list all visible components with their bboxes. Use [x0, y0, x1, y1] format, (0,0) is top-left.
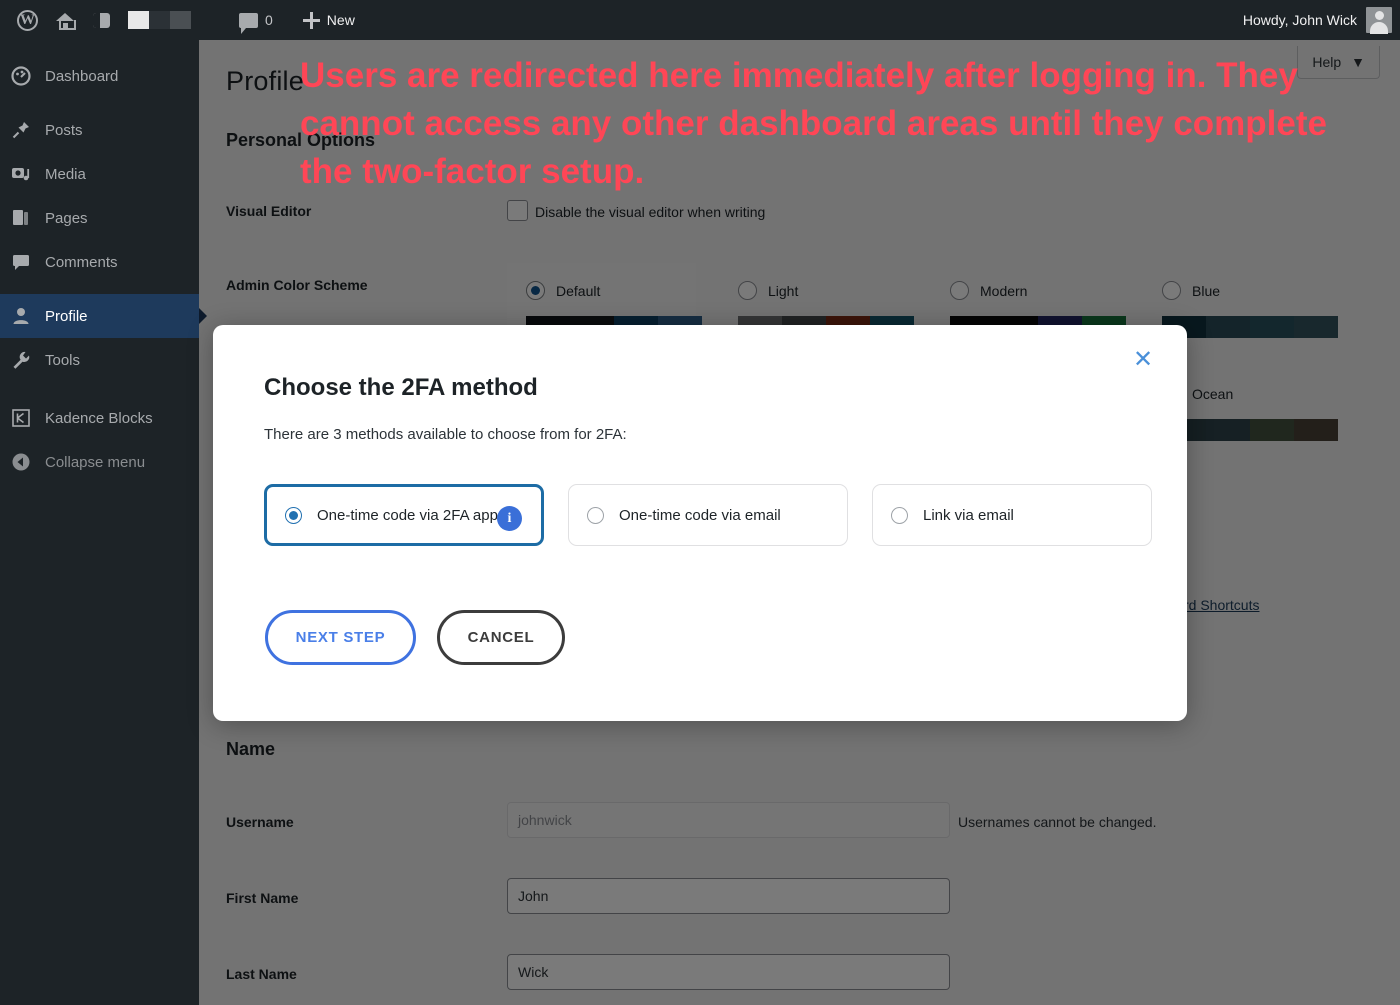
admin-bar-left: W 0 New — [0, 0, 364, 40]
sidebar-item-label: Dashboard — [45, 67, 119, 85]
pages-icon — [10, 207, 32, 229]
method-option-code-email-radio[interactable] — [587, 506, 604, 524]
collapse-arrow-icon — [10, 451, 32, 473]
comment-bubble-icon — [10, 251, 32, 273]
sidebar-item-posts[interactable]: Posts — [0, 108, 199, 152]
media-camera-icon — [10, 163, 32, 185]
cancel-button[interactable]: CANCEL — [437, 610, 565, 665]
annotation-overlay-text: Users are redirected here immediately af… — [300, 56, 1327, 191]
next-step-button[interactable]: NEXT STEP — [265, 610, 416, 665]
new-content-button[interactable]: New — [294, 0, 364, 40]
sidebar-item-label: Tools — [45, 351, 81, 369]
sidebar-item-label: Collapse menu — [45, 453, 146, 471]
sidebar-item-label: Pages — [45, 209, 88, 227]
close-x-icon[interactable]: ✕ — [1130, 346, 1156, 372]
howdy-greeting[interactable]: Howdy, John Wick — [1243, 12, 1357, 28]
modal-title: Choose the 2FA method — [264, 374, 538, 401]
sidebar-item-comments[interactable]: Comments — [0, 240, 199, 284]
modal-action-buttons: NEXT STEP CANCEL — [265, 610, 565, 665]
method-option-label: One-time code via 2FA app — [317, 506, 498, 524]
sidebar-divider — [0, 284, 199, 294]
admin-bar-right: Howdy, John Wick — [1243, 7, 1400, 34]
admin-bar: W 0 New Howdy, John Wick — [0, 0, 1400, 40]
admin-sidebar: Dashboard Posts Media Pages Comments Pro… — [0, 40, 199, 1005]
sidebar-item-pages[interactable]: Pages — [0, 196, 199, 240]
sidebar-item-collapse-menu[interactable]: Collapse menu — [0, 440, 199, 484]
wp-logo-button[interactable]: W — [8, 0, 47, 40]
sidebar-item-label: Kadence Blocks — [45, 409, 153, 427]
half-circle-icon — [93, 12, 110, 28]
sidebar-item-tools[interactable]: Tools — [0, 338, 199, 382]
wordpress-admin-screen: Help ▼ Profile Personal Options Visual E… — [0, 0, 1400, 1005]
pin-icon — [10, 119, 32, 141]
comment-bubble-icon — [239, 12, 258, 34]
sidebar-item-profile[interactable]: Profile — [0, 294, 199, 338]
wordpress-logo-icon: W — [17, 9, 38, 31]
user-icon — [10, 305, 32, 327]
sidebar-item-label: Posts — [45, 121, 83, 139]
method-option-label: Link via email — [923, 506, 1014, 524]
user-avatar-icon[interactable] — [1366, 7, 1392, 34]
new-label: New — [326, 12, 355, 28]
comments-button[interactable]: 0 — [230, 0, 282, 40]
sidebar-divider — [0, 98, 199, 108]
method-option-label: One-time code via email — [619, 506, 781, 524]
method-option-link-email[interactable]: Link via email — [872, 484, 1152, 546]
sidebar-item-label: Profile — [45, 307, 88, 325]
sidebar-item-label: Comments — [45, 253, 118, 271]
method-option-2fa-app[interactable]: One-time code via 2FA app i — [264, 484, 544, 546]
sidebar-item-kadence-blocks[interactable]: Kadence Blocks — [0, 396, 199, 440]
color-swatch-button[interactable] — [119, 0, 200, 40]
dashboard-gauge-icon — [10, 65, 32, 87]
wrench-icon — [10, 349, 32, 371]
kadence-blocks-icon — [10, 407, 32, 429]
plus-icon — [302, 11, 320, 29]
sidebar-item-dashboard[interactable]: Dashboard — [0, 54, 199, 98]
sidebar-item-label: Media — [45, 165, 86, 183]
method-options-group: One-time code via 2FA app i One-time cod… — [264, 484, 1152, 546]
customize-button[interactable] — [84, 0, 119, 40]
info-icon[interactable]: i — [497, 506, 522, 531]
method-option-code-email[interactable]: One-time code via email — [568, 484, 848, 546]
method-option-2fa-app-radio[interactable] — [285, 506, 302, 524]
modal-subtitle: There are 3 methods available to choose … — [264, 426, 627, 443]
method-option-link-email-radio[interactable] — [891, 506, 908, 524]
sidebar-item-media[interactable]: Media — [0, 152, 199, 196]
color-swatch-icon — [128, 11, 191, 29]
site-name-button[interactable] — [47, 0, 84, 40]
home-icon — [56, 12, 76, 30]
comments-count: 0 — [265, 12, 273, 28]
